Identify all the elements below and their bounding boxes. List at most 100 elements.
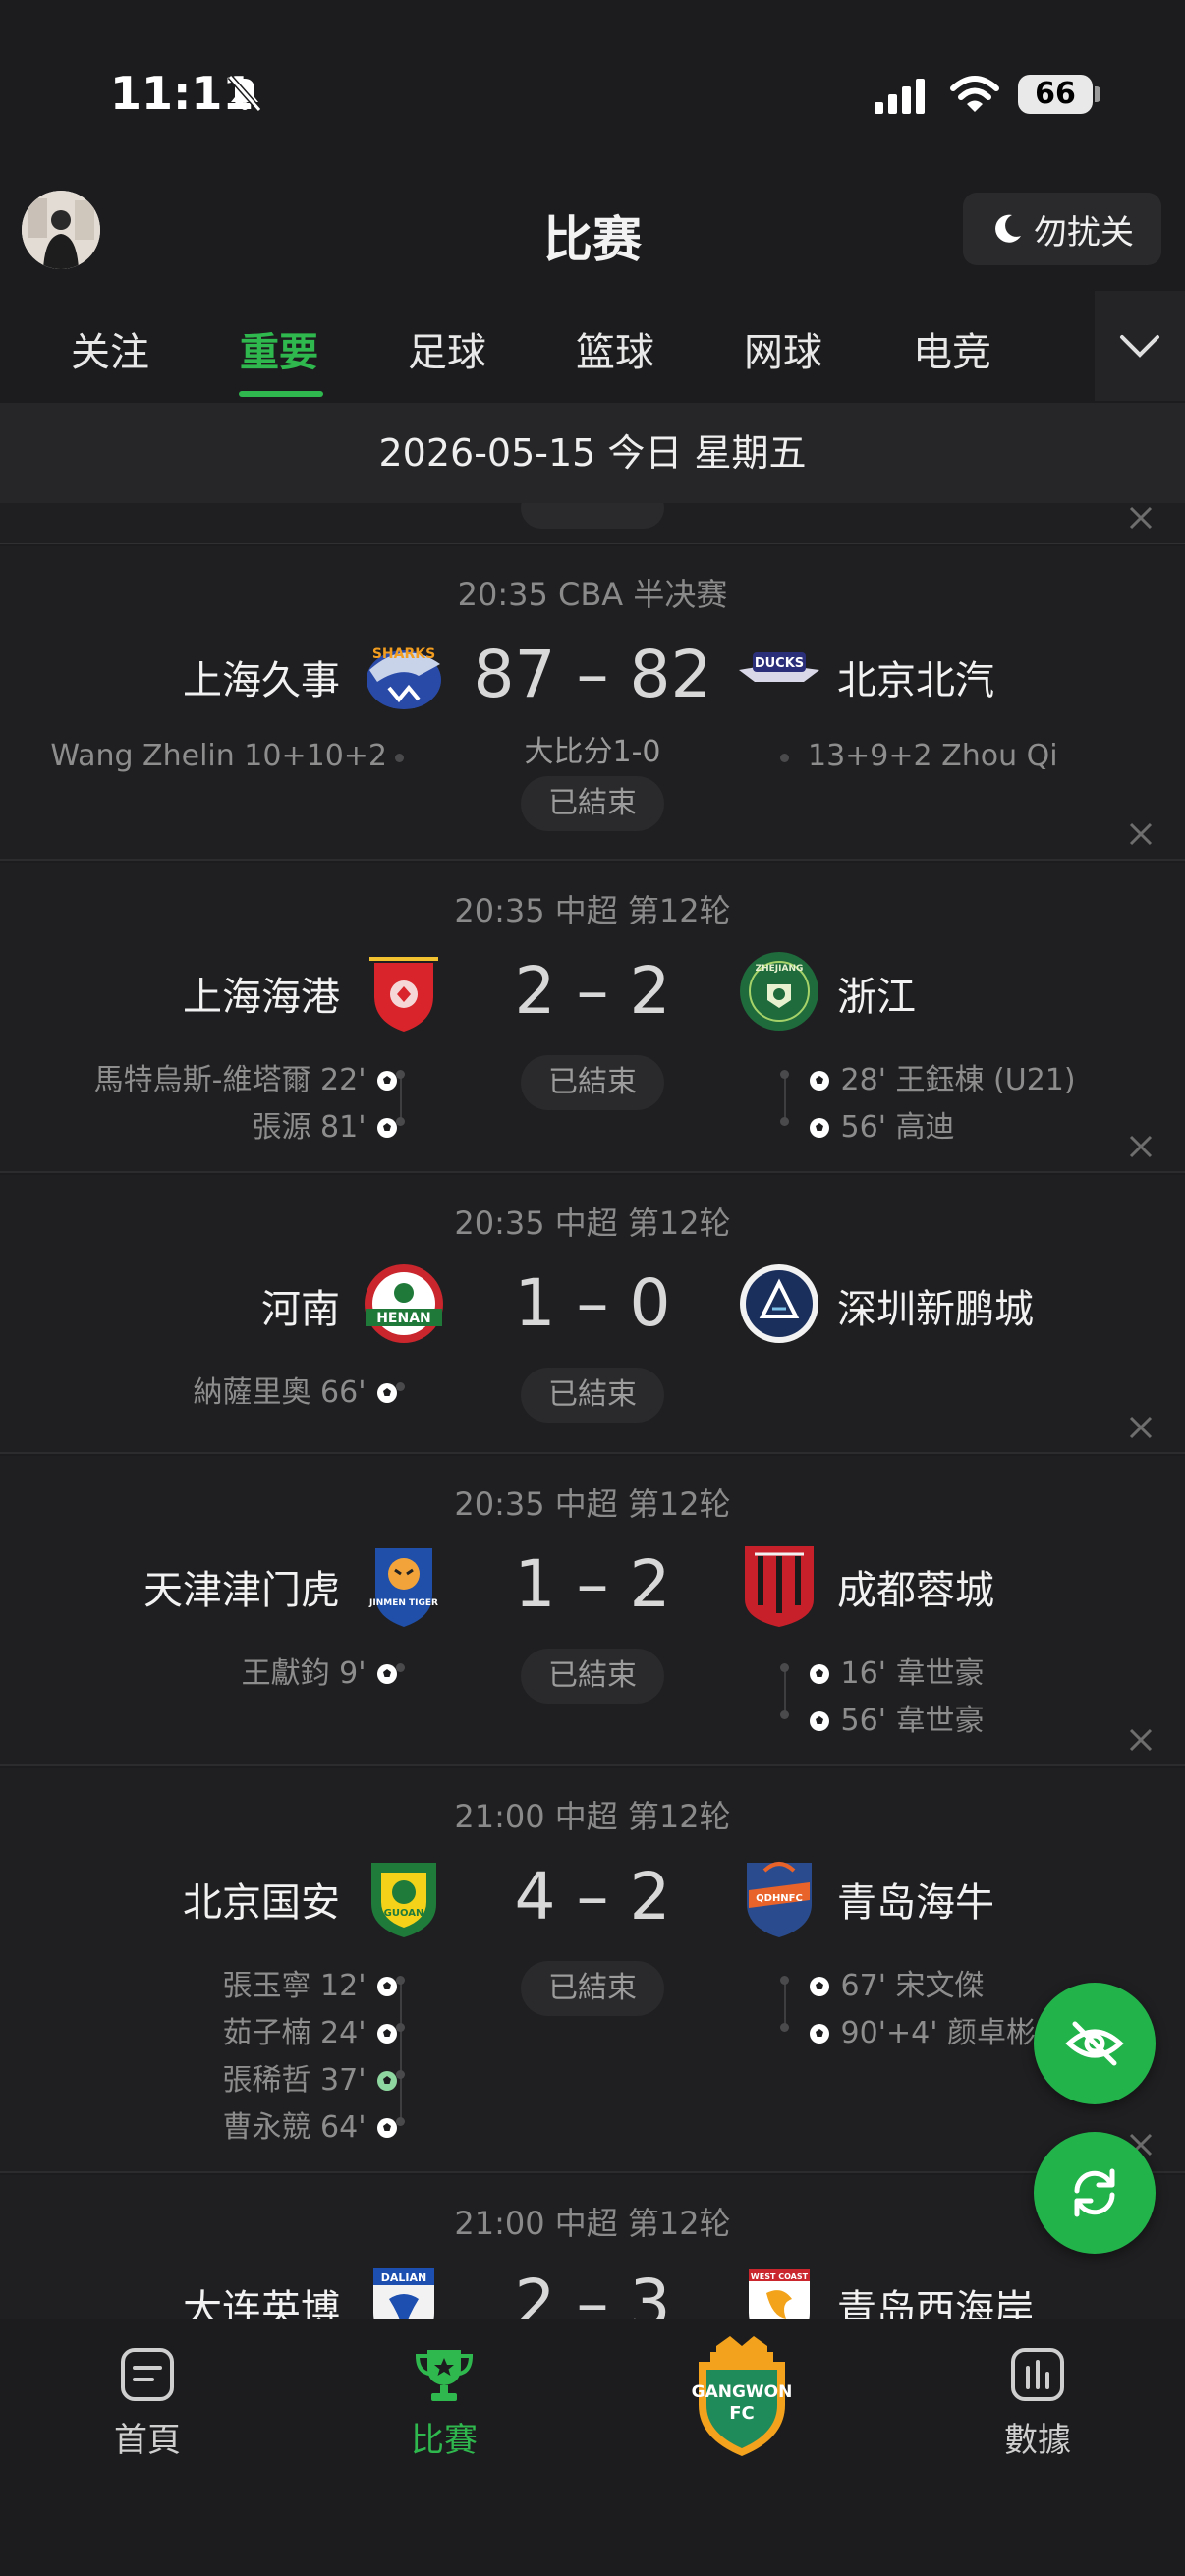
team-crest-icon: GANGWON FC xyxy=(692,2336,793,2456)
svg-text:JINMEN TIGER: JINMEN TIGER xyxy=(368,1598,438,1608)
svg-text:WEST COAST: WEST COAST xyxy=(751,2272,809,2281)
away-team[interactable]: 浙江 xyxy=(837,965,916,1022)
match-card[interactable]: 20:35 CBA 半决赛 上海久事 SHARKS 87 – 82 大比分1-0… xyxy=(0,546,1185,861)
match-header: 20:35 中超 第12轮 xyxy=(454,1204,731,1242)
nav-home[interactable]: 首頁 xyxy=(69,2344,226,2461)
match-card[interactable]: 21:00 中超 第12轮 大连英博 DALIAN 2 – 3 WEST COA… xyxy=(0,2175,1185,2346)
more-tabs-button[interactable] xyxy=(1095,291,1185,401)
dot xyxy=(396,1976,405,1985)
team-logo: QDHNFC xyxy=(747,1862,812,1937)
match-card[interactable]: 20:35 中超 第12轮 天津津门虎 JINMEN TIGER 1 – 2 成… xyxy=(0,1456,1185,1766)
nav-team-logo[interactable]: GANGWON FC xyxy=(663,2332,820,2464)
nav-stats-label: 數據 xyxy=(1004,2421,1071,2460)
nav-matches[interactable]: 比賽 xyxy=(366,2344,523,2461)
svg-text:GUOAN: GUOAN xyxy=(384,1908,424,1919)
status-pill: 已結束 xyxy=(521,1055,664,1110)
home-scorer: 張玉寧 12' xyxy=(222,1961,399,2004)
refresh-button[interactable] xyxy=(1034,2132,1156,2254)
close-icon[interactable] xyxy=(1126,1413,1156,1442)
away-scorer: 56' 韋世豪 xyxy=(808,1696,985,1739)
eye-off-icon xyxy=(1065,2021,1124,2066)
moon-icon xyxy=(995,214,1021,243)
status-pill: 已結束 xyxy=(521,1649,664,1704)
tab-football[interactable]: 足球 xyxy=(408,320,486,377)
home-team[interactable]: 上海久事 xyxy=(183,648,340,705)
match-header: 21:00 中超 第12轮 xyxy=(454,1798,731,1835)
svg-text:ZHEJIANG: ZHEJIANG xyxy=(756,964,804,974)
nav-stats[interactable]: 數據 xyxy=(959,2344,1116,2461)
wifi-icon xyxy=(950,76,999,112)
match-header: 21:00 中超 第12轮 xyxy=(454,2205,731,2242)
dot xyxy=(780,1710,789,1719)
active-tab-indicator xyxy=(239,391,323,397)
close-icon[interactable] xyxy=(1126,1725,1156,1755)
tab-tennis[interactable]: 网球 xyxy=(744,320,822,377)
away-team[interactable]: 成都蓉城 xyxy=(837,1558,994,1615)
refresh-icon xyxy=(1074,2168,1115,2217)
status-pill: 已結束 xyxy=(521,1368,664,1423)
tab-basketball[interactable]: 篮球 xyxy=(576,320,654,377)
nav-home-label: 首頁 xyxy=(114,2421,181,2460)
dot xyxy=(780,2023,789,2032)
svg-text:DUCKS: DUCKS xyxy=(755,656,804,671)
away-team[interactable]: 北京北汽 xyxy=(837,648,994,705)
svg-text:QDHNFC: QDHNFC xyxy=(756,1893,803,1904)
timeline-line xyxy=(784,1979,786,2026)
match-header: 20:35 CBA 半决赛 xyxy=(457,576,728,613)
home-team[interactable]: 天津津门虎 xyxy=(143,1558,340,1615)
team-logo xyxy=(740,1264,818,1343)
team-logo: ZHEJIANG xyxy=(740,952,818,1031)
team-logo xyxy=(369,957,438,1032)
score: 1 – 2 xyxy=(514,1546,671,1622)
home-scorer: 馬特烏斯-維塔爾 22' xyxy=(94,1055,399,1098)
match-card[interactable]: 20:35 中超 第12轮 河南 HENAN 1 – 0 深圳新鹏城 納薩里奧 … xyxy=(0,1175,1185,1454)
home-team[interactable]: 北京国安 xyxy=(183,1871,340,1928)
date-bar[interactable]: 2026-05-15 今日 星期五 xyxy=(0,403,1185,503)
home-scorer: 張稀哲 37' xyxy=(222,2055,399,2099)
dot xyxy=(396,1070,405,1079)
chevron-down-icon xyxy=(1120,335,1159,358)
close-icon[interactable] xyxy=(1126,503,1156,532)
dot xyxy=(396,1663,405,1672)
tab-esports[interactable]: 电竞 xyxy=(913,320,991,377)
football-icon xyxy=(810,1118,829,1138)
dot xyxy=(780,1663,789,1672)
home-top-player: Wang Zhelin 10+10+2 xyxy=(50,739,387,773)
home-team[interactable]: 河南 xyxy=(261,1277,340,1334)
score: 1 – 0 xyxy=(514,1265,671,1341)
close-icon[interactable] xyxy=(1126,819,1156,849)
team-logo: SHARKS xyxy=(367,646,441,709)
close-icon[interactable] xyxy=(1126,1132,1156,1161)
battery-nub xyxy=(1095,86,1100,102)
away-scorer: 56' 高迪 xyxy=(808,1102,955,1146)
match-card[interactable]: 20:35 中超 第12轮 上海海港 2 – 2 ZHEJIANG 浙江 馬特烏… xyxy=(0,863,1185,1173)
tab-important[interactable]: 重要 xyxy=(240,320,318,377)
home-team[interactable]: 上海海港 xyxy=(183,965,340,1022)
dot xyxy=(780,1070,789,1079)
dot xyxy=(396,2070,405,2079)
match-card[interactable]: 21:00 中超 第12轮 北京国安 GUOAN 4 – 2 QDHNFC 青岛… xyxy=(0,1768,1185,2173)
timeline-line xyxy=(400,1073,402,1120)
dot xyxy=(396,2117,405,2126)
nav-matches-label: 比賽 xyxy=(411,2421,478,2460)
away-team[interactable]: 青岛海牛 xyxy=(837,1871,994,1928)
away-team[interactable]: 深圳新鹏城 xyxy=(837,1277,1034,1334)
timeline-line xyxy=(784,1073,786,1120)
dot xyxy=(396,1117,405,1126)
tab-following[interactable]: 关注 xyxy=(71,320,149,377)
svg-text:GANGWON: GANGWON xyxy=(692,2382,793,2402)
dot xyxy=(396,2023,405,2032)
dot xyxy=(395,754,404,762)
team-logo: DUCKS xyxy=(739,652,819,682)
svg-text:FC: FC xyxy=(729,2403,755,2424)
previous-match-tail xyxy=(0,487,1185,544)
dot xyxy=(780,1976,789,1985)
battery-level: 66 xyxy=(1018,75,1093,114)
stats-chart-icon xyxy=(1011,2348,1064,2401)
match-header: 20:35 中超 第12轮 xyxy=(454,892,731,929)
svg-text:HENAN: HENAN xyxy=(376,1311,431,1326)
away-scorer: 90'+4' 颜卓彬 xyxy=(808,2008,1036,2051)
do-not-disturb-button[interactable]: 勿扰关 xyxy=(963,193,1161,265)
hide-button[interactable] xyxy=(1034,1983,1156,2104)
home-scorer: 納薩里奧 66' xyxy=(193,1368,399,1411)
